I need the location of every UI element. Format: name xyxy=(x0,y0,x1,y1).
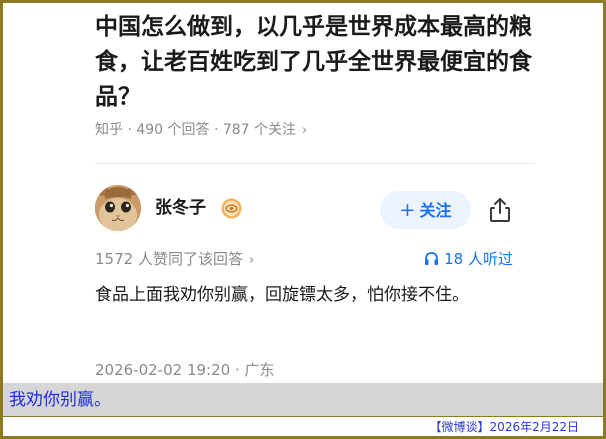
chevron-right-icon: › xyxy=(302,123,308,138)
answer-body[interactable]: 食品上面我劝你别赢，回旋镖太多，怕你接不住。 xyxy=(95,282,500,309)
eye-badge-icon xyxy=(221,198,242,219)
question-meta-text: 知乎 · 490 个回答 · 787 个关注 xyxy=(95,122,297,138)
chevron-right-icon: › xyxy=(248,253,255,268)
headphones-icon xyxy=(425,252,439,265)
answer-card: 中国怎么做到，以几乎是世界成本最高的粮食，让老百姓吃到了几乎全世界最便宜的食品？… xyxy=(3,3,603,383)
author-avatar[interactable] xyxy=(95,185,141,231)
share-icon[interactable] xyxy=(487,197,513,223)
agree-count[interactable]: 1572 人赞同了该回答 › xyxy=(95,249,254,271)
caption-band: 我劝你别赢。 xyxy=(3,383,603,416)
follow-button[interactable]: + 关注 xyxy=(380,191,471,229)
divider xyxy=(95,163,535,164)
follow-label: 关注 xyxy=(419,201,452,220)
cat-avatar-icon xyxy=(95,185,141,231)
caption-text: 我劝你别赢。 xyxy=(9,390,111,410)
author-name[interactable]: 张冬子 xyxy=(155,197,206,219)
footer-source: 【微博谈】2026年2月22日 xyxy=(429,420,579,434)
agree-text: 1572 人赞同了该回答 xyxy=(95,250,243,268)
question-title[interactable]: 中国怎么做到，以几乎是世界成本最高的粮食，让老百姓吃到了几乎全世界最便宜的食品？ xyxy=(95,10,535,115)
listen-count[interactable]: 18 人听过 xyxy=(424,249,513,269)
screenshot-frame: 中国怎么做到，以几乎是世界成本最高的粮食，让老百姓吃到了几乎全世界最便宜的食品？… xyxy=(3,3,603,436)
answer-time-location: 2026-02-02 19:20 · 广东 xyxy=(95,361,275,379)
footer-band: 【微博谈】2026年2月22日 xyxy=(3,416,603,436)
question-meta[interactable]: 知乎 · 490 个回答 · 787 个关注 › xyxy=(95,120,307,141)
plus-icon: + xyxy=(399,199,416,221)
listen-text: 18 人听过 xyxy=(444,250,513,268)
